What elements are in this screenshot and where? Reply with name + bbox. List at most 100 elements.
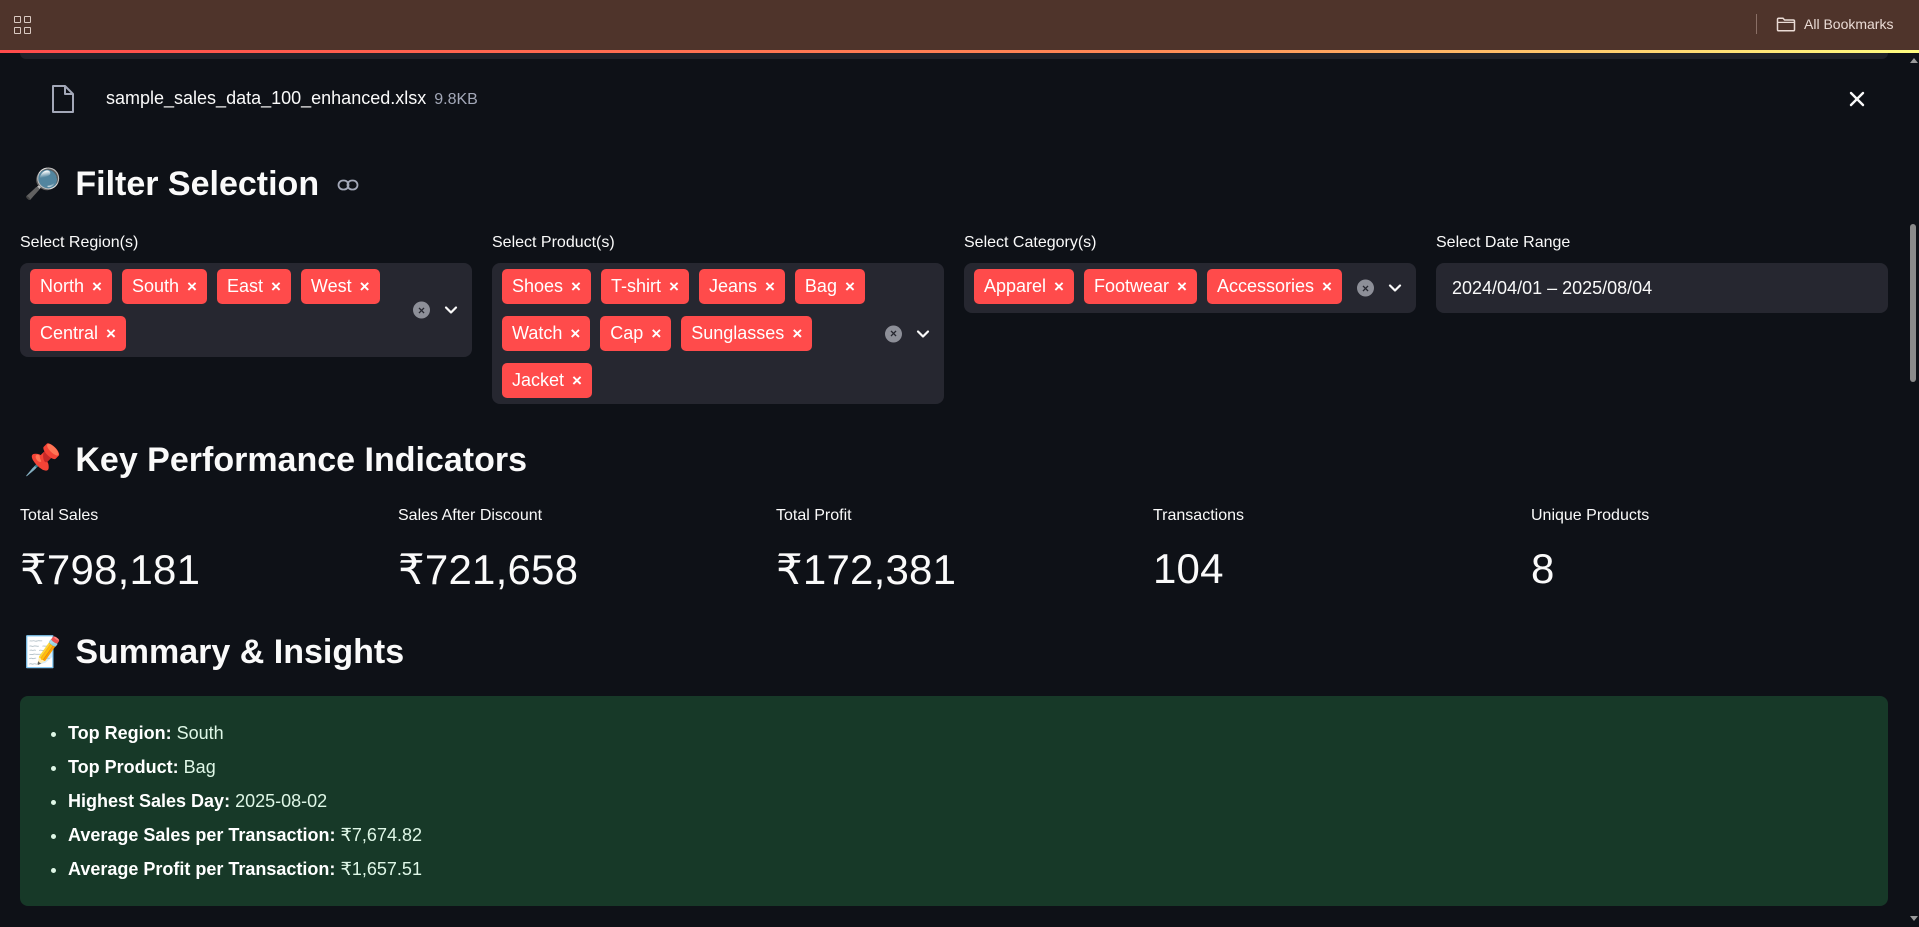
product-tag[interactable]: Jacket × [502,363,592,398]
chevron-down-icon[interactable] [444,306,458,315]
insight-key: Average Profit per Transaction: [68,859,336,879]
tag-label: Shoes [512,276,564,296]
remove-tag-icon[interactable]: × [765,269,775,304]
kpi-value: ₹721,658 [398,546,579,593]
tag-label: Sunglasses [691,323,785,343]
kpi-transactions: Transactions 104 [1153,507,1513,593]
remove-tag-icon[interactable]: × [106,316,116,351]
clear-all-icon[interactable]: × [885,325,902,342]
remove-tag-icon[interactable]: × [792,316,802,351]
region-filter-label: Select Region(s) [20,234,139,251]
chevron-down-icon[interactable] [1388,284,1402,293]
date-range-label: Select Date Range [1436,234,1571,251]
tag-label: Watch [512,323,563,343]
product-tag[interactable]: T-shirt × [600,269,689,304]
apps-grid-icon[interactable] [14,16,32,34]
uploaded-file: sample_sales_data_100_enhanced.xlsx 9.8KB [20,78,1888,120]
region-tag[interactable]: Central × [30,316,126,351]
remove-tag-icon[interactable]: × [187,269,197,304]
browser-bookmarks-bar: All Bookmarks [0,0,1919,50]
product-filter-label: Select Product(s) [492,234,615,251]
kpi-value: ₹798,181 [20,546,201,593]
category-multiselect[interactable]: Apparel × Footwear × Accessories × × [964,263,1416,313]
product-tag[interactable]: Watch × [502,316,591,351]
remove-file-close-icon[interactable] [1843,85,1871,113]
remove-tag-icon[interactable]: × [570,316,580,351]
remove-tag-icon[interactable]: × [271,269,281,304]
scrollbar-thumb[interactable] [1910,224,1916,382]
remove-tag-icon[interactable]: × [360,269,370,304]
category-tag[interactable]: Apparel × [974,269,1074,304]
kpi-label: Unique Products [1531,507,1650,524]
kpi-label: Sales After Discount [398,507,543,524]
date-range-filter: Select Date Range 2024/04/01 – 2025/08/0… [1436,232,1888,313]
insight-value: South [176,723,224,743]
remove-tag-icon[interactable]: × [669,269,679,304]
summary-title: Summary & Insights [75,633,405,671]
insight-key: Top Product: [68,757,179,777]
tag-label: Bag [804,276,837,296]
region-tag[interactable]: East × [216,269,291,304]
product-tag[interactable]: Bag × [794,269,865,304]
page-scrollbar[interactable] [1908,53,1919,927]
file-name-line: sample_sales_data_100_enhanced.xlsx 9.8KB [106,88,478,109]
link-icon[interactable] [337,178,359,192]
product-tag[interactable]: Jeans × [698,269,785,304]
file-name: sample_sales_data_100_enhanced.xlsx [106,88,427,108]
tag-label: Cap [610,323,644,343]
tag-label: North [40,276,85,296]
remove-tag-icon[interactable]: × [651,316,661,351]
filter-selection-heading: 🔎 Filter Selection [24,165,359,204]
remove-tag-icon[interactable]: × [1322,269,1332,304]
list-item: Top Region: South [68,719,1888,753]
product-filter: Select Product(s) Shoes × T-shirt × Jeans ×… [492,232,944,404]
remove-tag-icon[interactable]: × [845,269,855,304]
clear-all-icon[interactable]: × [413,301,430,319]
category-filter: Select Category(s) Apparel × Footwear × Ac… [964,232,1416,313]
file-icon [52,85,74,113]
region-tag[interactable]: West × [300,269,380,304]
category-tag[interactable]: Accessories × [1206,269,1342,304]
product-tag[interactable]: Sunglasses × [681,316,813,351]
date-range-value: 2024/04/01 – 2025/08/04 [1452,277,1653,298]
all-bookmarks-label: All Bookmarks [1804,16,1894,32]
kpi-total-sales: Total Sales ₹798,181 [20,507,380,594]
folder-icon [1776,16,1796,32]
clear-all-icon[interactable]: × [1357,279,1374,297]
insights-list: Top Region: South Top Product: Bag Highe… [68,719,1888,889]
kpi-title: Key Performance Indicators [75,441,527,479]
remove-tag-icon[interactable]: × [571,269,581,304]
tag-label: T-shirt [610,276,661,296]
list-item: Average Sales per Transaction: ₹7,674.82 [68,821,1888,855]
kpi-label: Total Profit [776,507,852,524]
product-tag[interactable]: Cap × [600,316,672,351]
remove-tag-icon[interactable]: × [1177,269,1187,304]
tag-label: Jeans [708,276,757,296]
filter-selection-title: Filter Selection [75,165,320,203]
scroll-down-arrow-icon[interactable] [1910,916,1918,921]
scroll-up-arrow-icon[interactable] [1910,58,1918,63]
date-range-input[interactable]: 2024/04/01 – 2025/08/04 [1436,263,1888,313]
insight-value: Bag [183,757,216,777]
product-tag[interactable]: Shoes × [502,269,591,304]
list-item: Average Profit per Transaction: ₹1,657.5… [68,855,1888,889]
region-tag[interactable]: North × [30,269,112,304]
insight-value: ₹1,657.51 [340,859,422,879]
all-bookmarks-button[interactable]: All Bookmarks [1776,13,1893,35]
magnifier-emoji-icon: 🔎 [24,167,62,202]
remove-tag-icon[interactable]: × [1054,269,1064,304]
pushpin-emoji-icon: 📌 [24,443,62,478]
remove-tag-icon[interactable]: × [92,269,102,304]
region-multiselect[interactable]: North × South × East × West × Central × × [20,263,472,357]
chevron-down-icon[interactable] [916,329,930,338]
list-item: Highest Sales Day: 2025-08-02 [68,787,1888,821]
region-tag[interactable]: South × [121,269,207,304]
kpi-label: Transactions [1153,507,1244,524]
bookmarks-separator [1756,14,1757,34]
remove-tag-icon[interactable]: × [572,363,582,398]
tag-label: West [310,276,352,296]
product-multiselect[interactable]: Shoes × T-shirt × Jeans × Bag × Watch × Cap × … [492,263,944,404]
kpi-value: ₹172,381 [776,546,957,593]
insight-key: Average Sales per Transaction: [68,825,336,845]
category-tag[interactable]: Footwear × [1083,269,1197,304]
